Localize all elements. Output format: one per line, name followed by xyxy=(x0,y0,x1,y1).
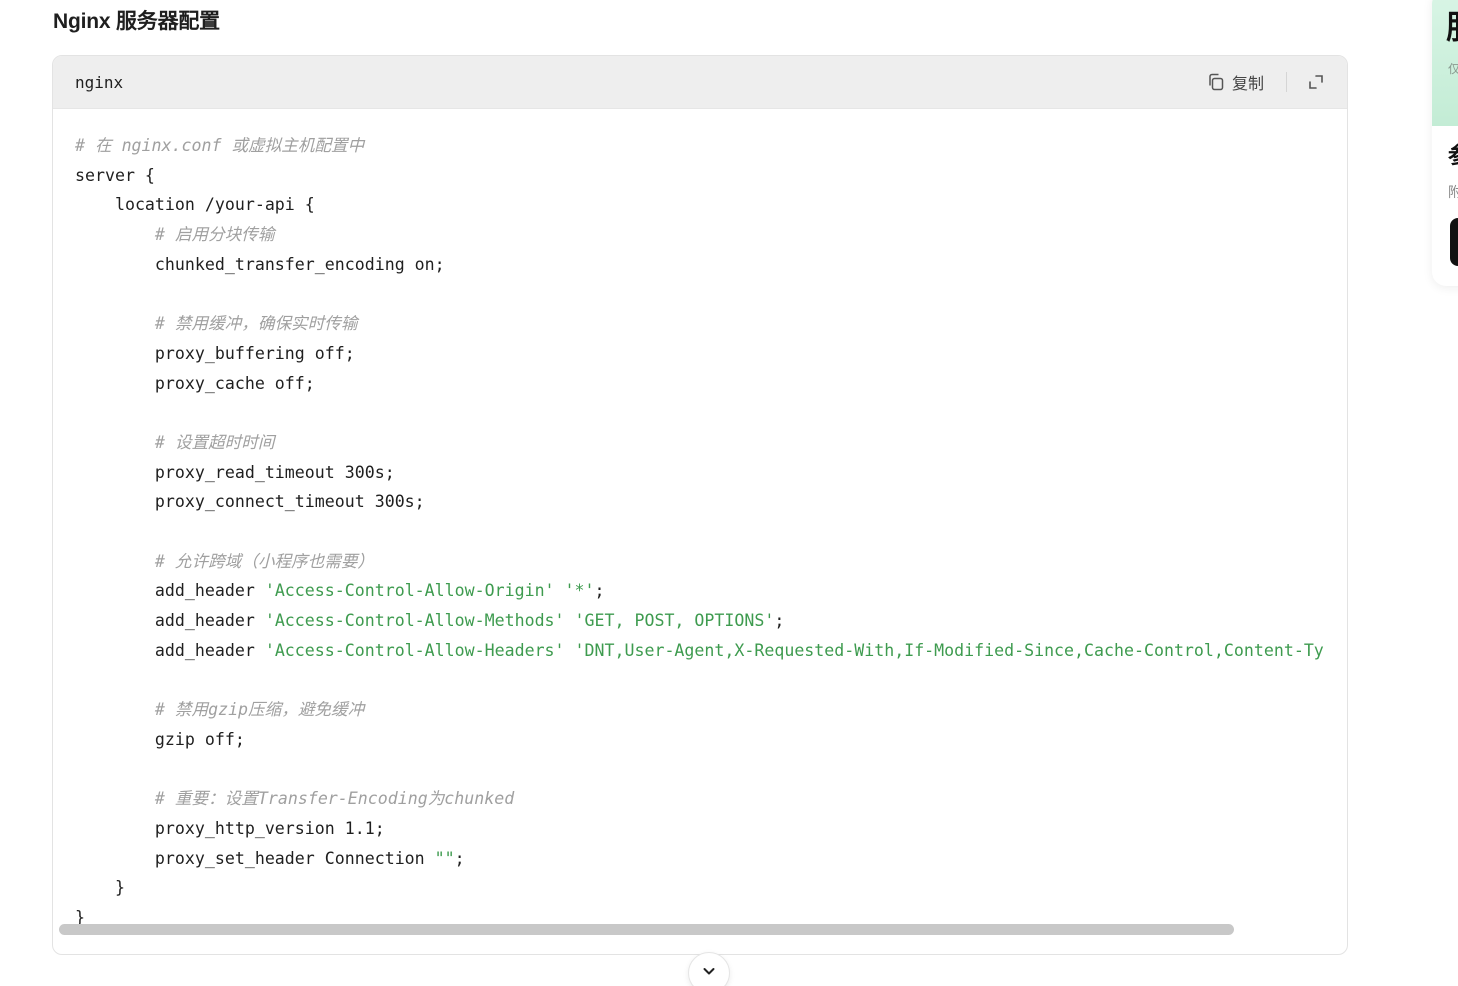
code-text: proxy_cache off; xyxy=(75,373,315,393)
code-comment: # 设置超时时间 xyxy=(75,432,275,452)
code-block: nginx 复制 # 在 nginx.conf 或虚拟主机配置中 server … xyxy=(52,55,1348,955)
code-text: add_header xyxy=(75,581,265,601)
toolbar-divider xyxy=(1286,72,1287,92)
code-content: # 在 nginx.conf 或虚拟主机配置中 server { location… xyxy=(75,131,1324,933)
code-line: add_header 'Access-Control-Allow-Origin'… xyxy=(75,576,1324,606)
code-text: proxy_buffering off; xyxy=(75,343,355,363)
side-promo-card: 服 仅 参 附 xyxy=(1432,0,1458,286)
code-line: proxy_connect_timeout 300s; xyxy=(75,487,1324,517)
code-block-actions: 复制 xyxy=(1204,66,1325,98)
code-comment: # 启用分块传输 xyxy=(75,225,275,245)
code-line: # 禁用缓冲，确保实时传输 xyxy=(75,309,1324,339)
code-text: location /your-api { xyxy=(75,195,315,215)
code-string: "" xyxy=(434,848,455,868)
code-comment: # 重要：设置Transfer-Encoding为chunked xyxy=(75,789,515,809)
code-line: proxy_set_header Connection ""; xyxy=(75,844,1324,874)
side-card-heading: 参 xyxy=(1448,138,1458,170)
code-line: chunked_transfer_encoding on; xyxy=(75,250,1324,280)
code-line: } xyxy=(75,873,1324,903)
code-line: add_header 'Access-Control-Allow-Methods… xyxy=(75,606,1324,636)
code-line: # 重要：设置Transfer-Encoding为chunked xyxy=(75,784,1324,814)
code-body: # 在 nginx.conf 或虚拟主机配置中 server { location… xyxy=(53,109,1347,939)
code-line: add_header 'Access-Control-Allow-Headers… xyxy=(75,636,1324,666)
section-title: Nginx 服务器配置 xyxy=(53,10,220,33)
code-text: ; xyxy=(454,848,465,868)
code-text: add_header xyxy=(75,640,265,660)
side-promo-title: 服 xyxy=(1446,2,1458,48)
code-string: 'Access-Control-Allow-Headers' 'DNT,User… xyxy=(264,640,1324,660)
code-text: proxy_http_version 1.1; xyxy=(75,818,385,838)
expand-button[interactable] xyxy=(1305,69,1325,95)
code-comment: # 在 nginx.conf 或虚拟主机配置中 xyxy=(75,136,365,155)
code-text: gzip off; xyxy=(75,729,245,749)
code-text: ; xyxy=(774,611,785,630)
code-line: proxy_http_version 1.1; xyxy=(75,814,1324,844)
code-text: server { xyxy=(75,165,155,185)
scrollbar-thumb[interactable] xyxy=(59,924,1234,935)
code-comment: # 禁用gzip压缩，避免缓冲 xyxy=(75,700,365,720)
code-text: } xyxy=(75,878,125,898)
chevron-down-icon xyxy=(701,963,717,984)
expand-icon xyxy=(1307,73,1325,91)
horizontal-scrollbar[interactable] xyxy=(59,924,1341,935)
code-comment: # 允许跨域（小程序也需要） xyxy=(75,551,375,571)
code-string: 'Access-Control-Allow-Methods' 'GET, POS… xyxy=(264,611,775,630)
side-card-button[interactable] xyxy=(1450,218,1458,266)
code-text: chunked_transfer_encoding on; xyxy=(75,254,445,274)
code-text: add_header xyxy=(75,611,265,630)
side-promo-subtitle: 仅 xyxy=(1448,62,1458,76)
code-string: 'Access-Control-Allow-Origin' '*' xyxy=(264,581,595,601)
code-line: location /your-api { xyxy=(75,190,1324,220)
copy-icon xyxy=(1206,72,1226,92)
code-line: proxy_read_timeout 300s; xyxy=(75,458,1324,488)
code-line: # 允许跨域（小程序也需要） xyxy=(75,547,1324,577)
code-line: server { xyxy=(75,161,1324,191)
code-text: ; xyxy=(594,581,605,601)
side-card-text: 附 xyxy=(1448,184,1458,200)
code-line: # 设置超时时间 xyxy=(75,428,1324,458)
code-line: # 在 nginx.conf 或虚拟主机配置中 xyxy=(75,131,1324,161)
code-line: proxy_cache off; xyxy=(75,369,1324,399)
code-block-header: nginx 复制 xyxy=(53,56,1347,109)
code-line: gzip off; xyxy=(75,725,1324,755)
page: Nginx 服务器配置 nginx 复制 # 在 nginx.conf 或虚拟主… xyxy=(0,0,1458,986)
code-line: proxy_buffering off; xyxy=(75,339,1324,369)
code-text: proxy_read_timeout 300s; xyxy=(75,462,395,482)
code-text: proxy_set_header Connection xyxy=(75,848,435,868)
copy-button-label: 复制 xyxy=(1231,76,1264,93)
copy-button[interactable]: 复制 xyxy=(1204,66,1266,98)
code-language-label: nginx xyxy=(75,72,124,92)
code-text: proxy_connect_timeout 300s; xyxy=(75,492,425,512)
code-line: # 禁用gzip压缩，避免缓冲 xyxy=(75,695,1324,725)
code-line: # 启用分块传输 xyxy=(75,220,1324,250)
scroll-to-bottom-button[interactable] xyxy=(688,952,730,986)
code-comment: # 禁用缓冲，确保实时传输 xyxy=(75,314,358,334)
